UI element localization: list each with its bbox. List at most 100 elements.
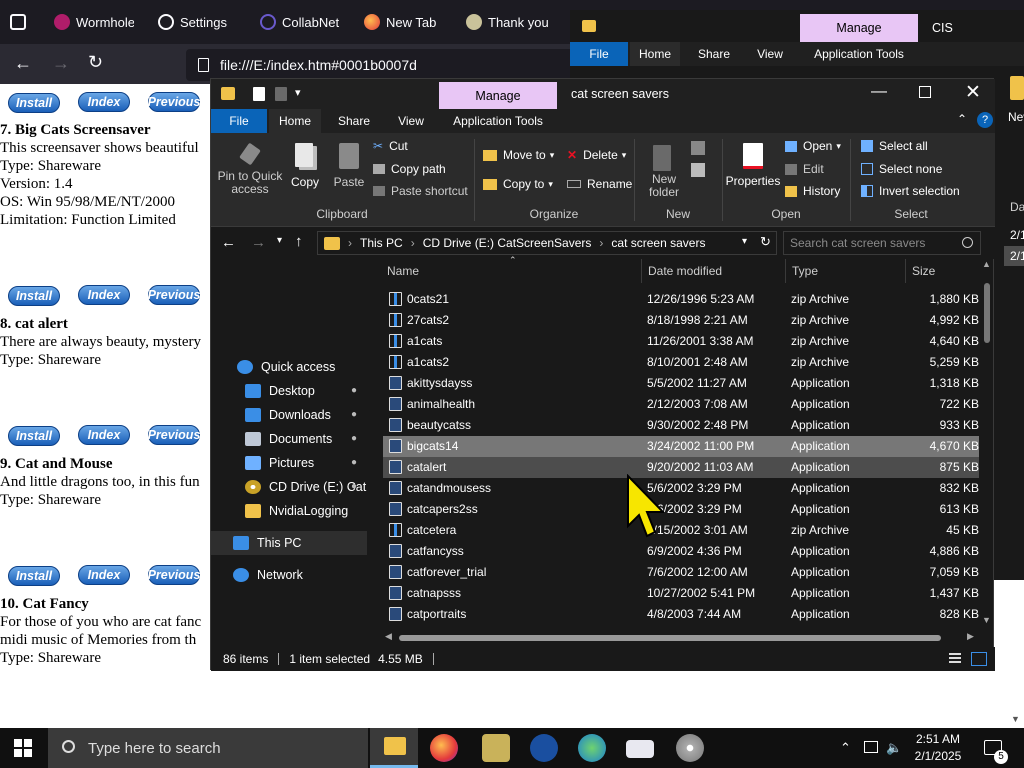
previous-button[interactable]: Previous (148, 425, 200, 445)
file-explorer-window[interactable]: ▾ Manage cat screen savers — ✕ File Home… (210, 78, 995, 671)
index-button[interactable]: Index (78, 565, 130, 585)
install-button[interactable]: Install (8, 286, 60, 306)
file-row[interactable]: catcetera 7/15/2002 3:01 AM zip Archive 45 … (383, 520, 979, 541)
browser-tab-thankyou[interactable]: Thank you (466, 0, 556, 44)
pin-to-quick-access-button[interactable]: Pin to Quick access (217, 137, 283, 203)
tab-overview-icon[interactable] (10, 14, 26, 30)
tab-share[interactable]: Share (325, 109, 383, 133)
paste-button[interactable]: Paste (329, 137, 369, 197)
properties-quick-icon[interactable] (253, 87, 265, 101)
column-header-name[interactable]: Name (387, 264, 419, 278)
forward-arrow-icon[interactable]: → (251, 234, 266, 251)
breadcrumb-current-folder[interactable]: cat screen savers (611, 236, 705, 250)
manage-tab[interactable]: Manage (439, 82, 557, 109)
scroll-down-icon[interactable]: ▼ (982, 615, 991, 625)
refresh-icon[interactable]: ↻ (760, 234, 771, 250)
breadcrumb-this-pc[interactable]: This PC (360, 236, 403, 250)
scrollbar-thumb[interactable] (399, 635, 941, 641)
horizontal-scrollbar[interactable]: ◀ ▶ (383, 631, 981, 645)
copy-button[interactable]: Copy (285, 137, 325, 197)
forward-arrow-icon[interactable]: → (52, 54, 70, 72)
scroll-right-icon[interactable]: ▶ (967, 631, 974, 642)
manage-tab[interactable]: Manage (800, 14, 918, 42)
column-header-type[interactable]: Type (792, 264, 818, 278)
tab-file[interactable]: File (570, 42, 628, 66)
install-button[interactable]: Install (8, 566, 60, 586)
tab-home[interactable]: Home (630, 42, 680, 66)
new-folder-button[interactable]: New folder (639, 137, 689, 203)
page-scroll-down-icon[interactable]: ▼ (1011, 714, 1020, 724)
paste-shortcut-button[interactable]: Paste shortcut (373, 184, 468, 198)
help-icon[interactable]: ? (977, 112, 993, 128)
previous-button[interactable]: Previous (148, 92, 200, 112)
taskbar-globe-icon[interactable] (578, 734, 606, 762)
up-arrow-icon[interactable]: ↑ (295, 233, 303, 250)
file-row[interactable]: catandmousess 5/6/2002 3:29 PM Application… (383, 478, 979, 499)
edit-button[interactable]: Edit (785, 162, 824, 176)
taskbar-search-input[interactable]: Type here to search (48, 728, 368, 768)
file-row[interactable]: a1cats 11/26/2001 3:38 AM zip Archive 4,640… (383, 331, 979, 352)
chevron-down-icon[interactable]: ▾ (295, 86, 301, 99)
nav-cd-drive[interactable]: CD Drive (E:) Cat ● (211, 475, 367, 499)
copy-path-button[interactable]: Copy path (373, 162, 446, 176)
nav-documents[interactable]: Documents ● (211, 427, 367, 451)
windows-start-icon[interactable] (14, 739, 32, 757)
file-row[interactable]: catforever_trial 7/6/2002 12:00 AM Applica… (383, 562, 979, 583)
index-button[interactable]: Index (78, 425, 130, 445)
taskbar-file-explorer[interactable] (370, 728, 418, 768)
nav-pictures[interactable]: Pictures ● (211, 451, 367, 475)
nav-this-pc[interactable]: This PC (211, 531, 367, 555)
tab-home[interactable]: Home (269, 109, 321, 133)
previous-button[interactable]: Previous (148, 565, 200, 585)
file-row[interactable]: beautycatss 9/30/2002 2:48 PM Application 9… (383, 415, 979, 436)
tab-view[interactable]: View (744, 42, 796, 66)
volume-muted-icon[interactable]: 🔈 (886, 740, 902, 756)
details-view-icon[interactable] (949, 653, 961, 665)
scrollbar-thumb[interactable] (984, 283, 990, 343)
collapse-ribbon-icon[interactable]: ⌃ (957, 112, 967, 126)
reload-icon[interactable]: ↻ (88, 53, 103, 71)
taskbar-card-icon[interactable] (626, 740, 654, 758)
cut-button[interactable]: ✂ Cut (373, 139, 408, 153)
browser-tab-collabnet[interactable]: CollabNet (260, 0, 340, 44)
vertical-scrollbar[interactable]: ▲ ▼ (981, 259, 993, 629)
recent-locations-chevron-icon[interactable]: ▾ (277, 235, 282, 246)
back-arrow-icon[interactable]: ← (221, 234, 236, 251)
breadcrumb-cd-drive[interactable]: CD Drive (E:) CatScreenSavers (423, 236, 592, 250)
index-button[interactable]: Index (78, 285, 130, 305)
address-bar[interactable]: › This PC › CD Drive (E:) CatScreenSaver… (317, 231, 777, 255)
file-row[interactable]: catfancyss 6/9/2002 4:36 PM Application 4,8… (383, 541, 979, 562)
copy-to-button[interactable]: Copy to ▾ (483, 177, 553, 191)
easy-access-icon[interactable] (691, 163, 705, 177)
url-field[interactable]: file:///E:/index.htm#0001b0007d (186, 49, 586, 81)
large-icons-view-icon[interactable] (971, 652, 987, 666)
address-dropdown-icon[interactable]: ▾ (742, 236, 747, 247)
file-row[interactable]: akittysdayss 5/5/2002 11:27 AM Application… (383, 373, 979, 394)
nav-network[interactable]: Network (211, 563, 367, 587)
taskbar-firefox-icon[interactable] (430, 734, 458, 762)
search-input[interactable]: Search cat screen savers (783, 231, 981, 255)
new-folder-quick-icon[interactable] (275, 87, 287, 101)
file-row[interactable]: catalert 9/20/2002 11:03 AM Application 875… (383, 457, 979, 478)
invert-selection-button[interactable]: Invert selection (861, 184, 960, 198)
browser-tab-settings[interactable]: Settings (158, 0, 238, 44)
file-row[interactable]: catcapers2ss 5/6/2002 3:29 PM Application 6… (383, 499, 979, 520)
delete-button[interactable]: ✕ Delete ▾ (567, 148, 626, 162)
install-button[interactable]: Install (8, 93, 60, 113)
file-row[interactable]: 0cats21 12/26/1996 5:23 AM zip Archive 1,88… (383, 289, 979, 310)
taskbar-disc-icon[interactable] (676, 734, 704, 762)
open-button[interactable]: Open ▾ (785, 139, 841, 153)
scroll-left-icon[interactable]: ◀ (385, 631, 392, 642)
scroll-up-icon[interactable]: ▲ (982, 259, 991, 269)
minimize-button[interactable]: — (867, 83, 891, 105)
file-row[interactable]: catnapsss 10/27/2002 5:41 PM Application 1,… (383, 583, 979, 604)
file-row[interactable]: a1cats2 8/10/2001 2:48 AM zip Archive 5,259… (383, 352, 979, 373)
index-button[interactable]: Index (78, 92, 130, 112)
network-status-icon[interactable] (864, 741, 878, 753)
browser-tab-newtab[interactable]: New Tab (364, 0, 444, 44)
maximize-button[interactable] (919, 86, 931, 98)
nav-downloads[interactable]: Downloads ● (211, 403, 367, 427)
move-to-button[interactable]: Move to ▾ (483, 148, 554, 162)
tab-share[interactable]: Share (686, 42, 742, 66)
back-arrow-icon[interactable]: ← (14, 54, 32, 72)
